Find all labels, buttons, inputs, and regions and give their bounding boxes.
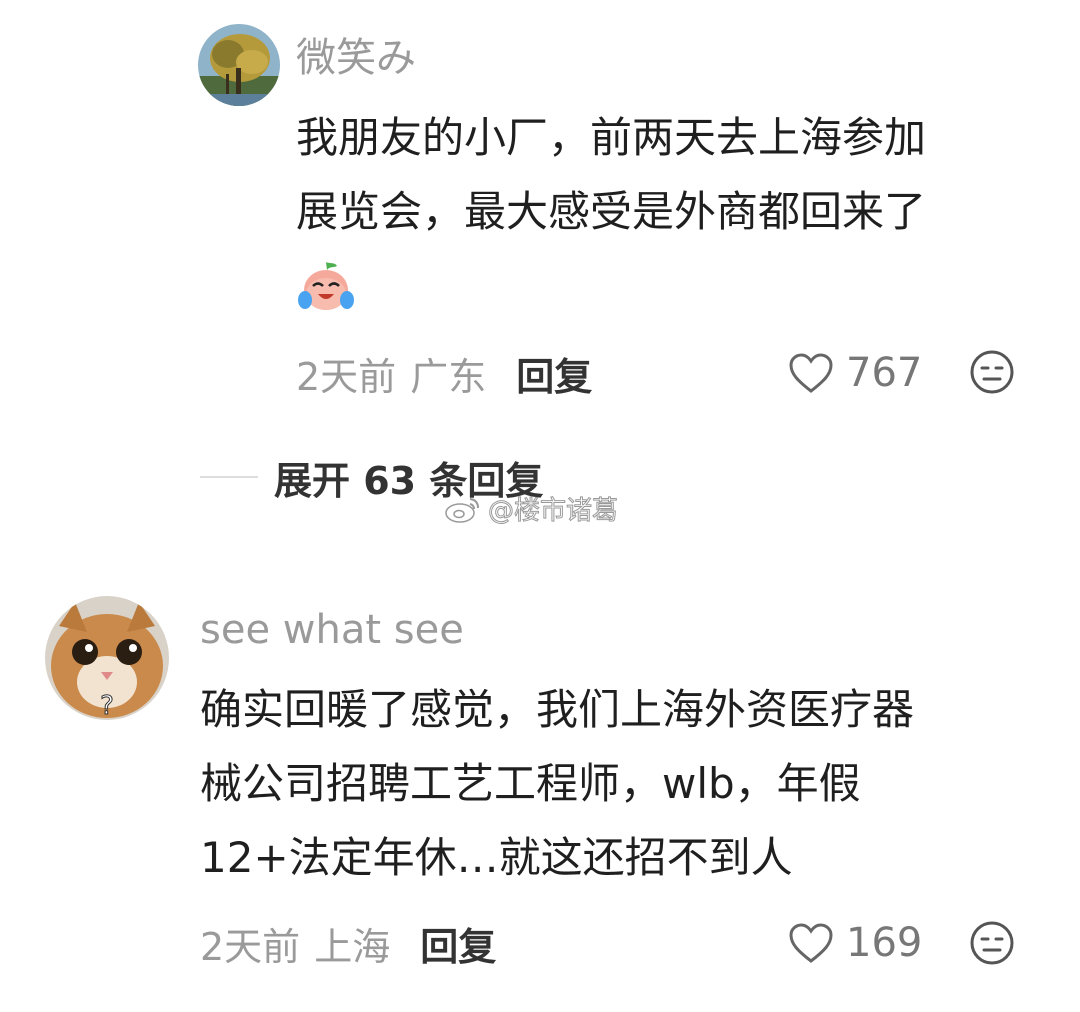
svg-text:?: ? [100,691,114,720]
comment-text-line: 12+法定年休…就这还招不到人 [200,833,793,882]
reply-button[interactable]: 回复 [420,916,496,971]
neutral-face-icon[interactable] [969,920,1015,966]
cat-photo-avatar: ? [45,596,169,720]
comment-text-line: 我朋友的小厂，前两天去上海参加 [296,113,927,162]
like-button[interactable]: 169 [788,918,922,968]
crying-laughing-emoji [298,262,354,310]
watermark: @楼市诸葛 [444,490,619,527]
comment-text-line: 确实回暖了感觉，我们上海外资医疗器 [200,685,915,734]
avatar[interactable]: ? [45,596,169,720]
comment-time: 2天前 [200,924,301,969]
comment-text-line: 械公司招聘工艺工程师，wlb，年假 [200,759,861,808]
comment-meta: 2天前 上海 回复 [200,916,496,971]
heart-outline-icon [789,353,833,393]
watermark-text: @楼市诸葛 [487,496,619,527]
heart-outline-icon [789,923,833,963]
avatar[interactable] [198,24,280,106]
comment-text: 确实回暖了感觉，我们上海外资医疗器 械公司招聘工艺工程师，wlb，年假 12+法… [200,673,1020,895]
username[interactable]: see what see [200,606,464,654]
comment-location: 广东 [410,354,487,399]
like-count: 169 [846,920,923,966]
comment-text-line: 展览会，最大感受是外商都回来了 [296,187,927,236]
reply-button[interactable]: 回复 [516,346,592,401]
comment-1: 微笑み 我朋友的小厂，前两天去上海参加 展览会，最大感受是外商都回来了 2天前 … [0,0,1080,440]
comment-time: 2天前 [296,354,397,399]
comment-text: 我朋友的小厂，前两天去上海参加 展览会，最大感受是外商都回来了 [296,101,1036,249]
neutral-face-icon[interactable] [969,349,1015,395]
comment-meta: 2天前 广东 回复 [296,346,592,401]
username[interactable]: 微笑み [296,34,416,82]
comment-location: 上海 [314,924,391,969]
weibo-logo-icon [445,497,479,523]
divider-line [200,476,258,478]
like-count: 767 [846,350,923,396]
tree-photo-avatar [198,24,280,106]
like-button[interactable]: 767 [788,348,922,398]
comment-2: ? see what see 确实回暖了感觉，我们上海外资医疗器 械公司招聘工艺… [0,580,1080,1000]
